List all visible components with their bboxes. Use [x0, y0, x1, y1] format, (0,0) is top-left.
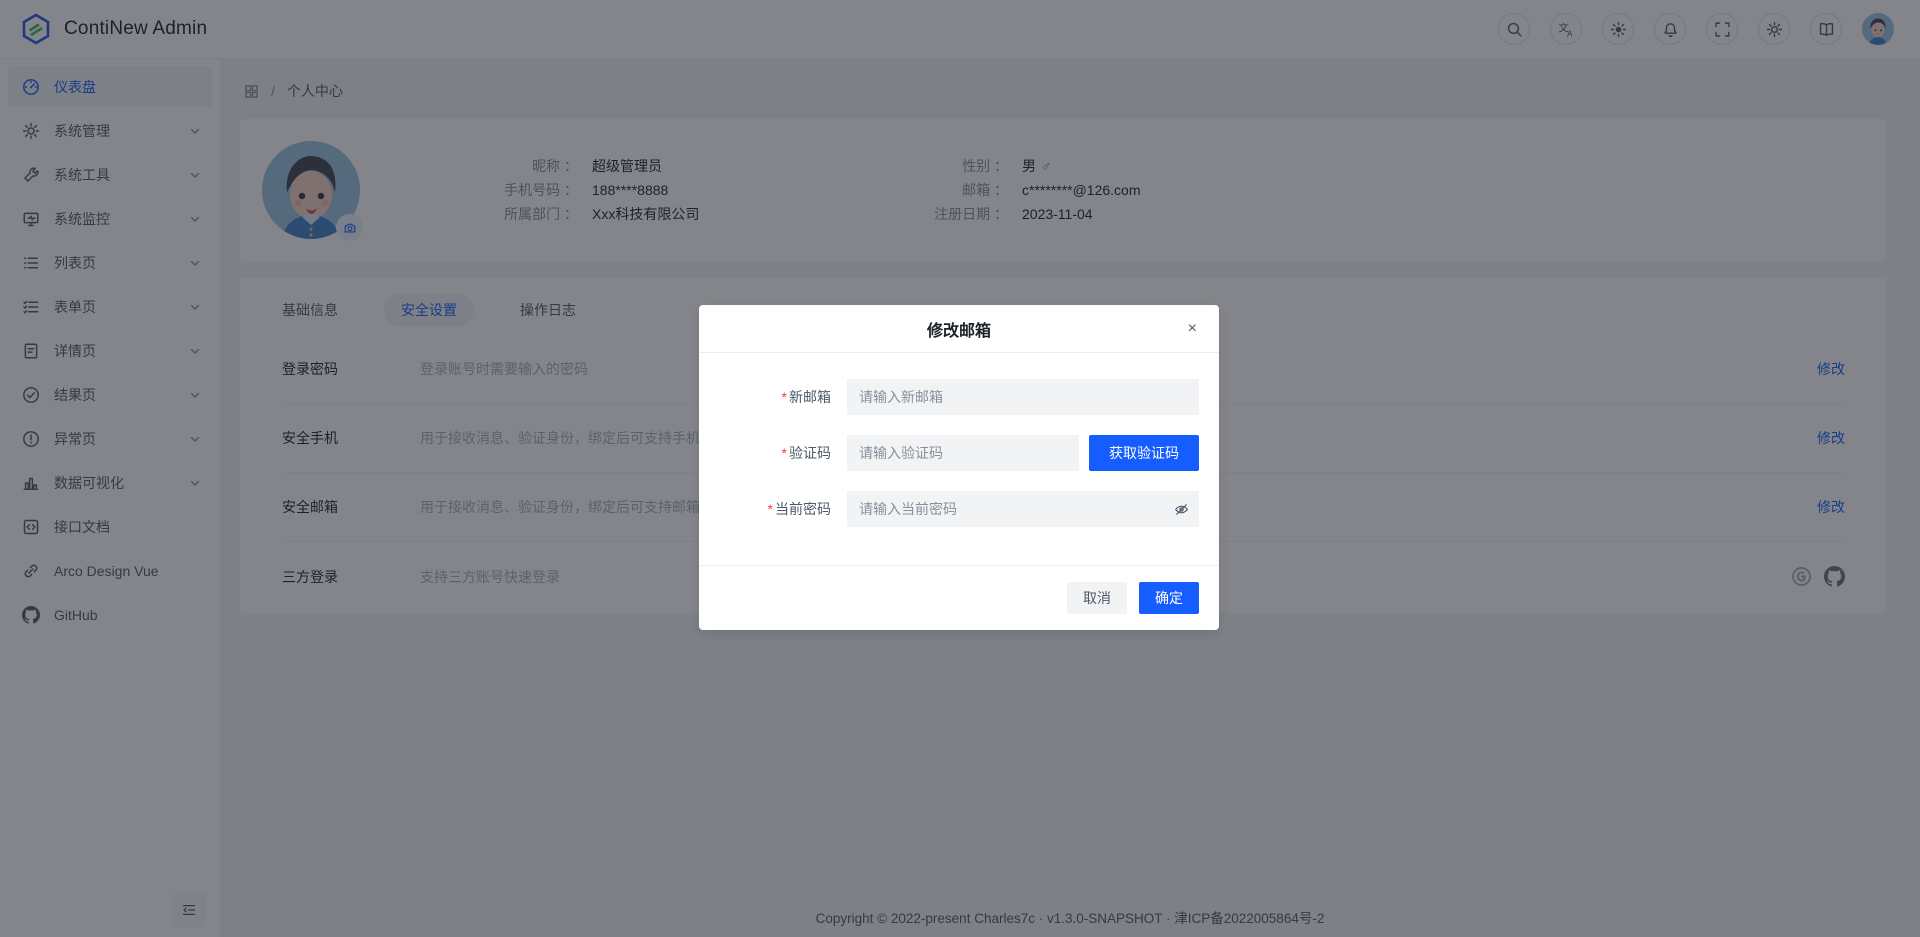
- eye-invisible-icon[interactable]: [1174, 491, 1189, 527]
- close-icon[interactable]: ×: [1184, 305, 1201, 353]
- modal-body: *新邮箱 *验证码 获取验证码 *当前密码: [699, 353, 1219, 565]
- get-code-button[interactable]: 获取验证码: [1089, 435, 1199, 471]
- verification-code-label: 验证码: [789, 445, 831, 461]
- change-email-modal: 修改邮箱 × *新邮箱 *验证码 获取验证码 *当前密码 取消 确定: [699, 305, 1219, 630]
- modal-footer: 取消 确定: [699, 565, 1219, 630]
- required-marker: *: [782, 445, 787, 461]
- current-password-input[interactable]: [847, 491, 1199, 527]
- current-password-label: 当前密码: [775, 501, 831, 517]
- modal-header: 修改邮箱 ×: [699, 305, 1219, 353]
- confirm-button[interactable]: 确定: [1139, 582, 1199, 614]
- new-email-input[interactable]: [847, 379, 1199, 415]
- verification-code-input[interactable]: [847, 435, 1079, 471]
- form-row-current-password: *当前密码: [719, 491, 1199, 527]
- modal-title: 修改邮箱: [927, 317, 991, 341]
- new-email-label: 新邮箱: [789, 389, 831, 405]
- required-marker: *: [768, 501, 773, 517]
- form-row-new-email: *新邮箱: [719, 379, 1199, 415]
- form-row-verification-code: *验证码 获取验证码: [719, 435, 1199, 471]
- required-marker: *: [782, 389, 787, 405]
- cancel-button[interactable]: 取消: [1067, 582, 1127, 614]
